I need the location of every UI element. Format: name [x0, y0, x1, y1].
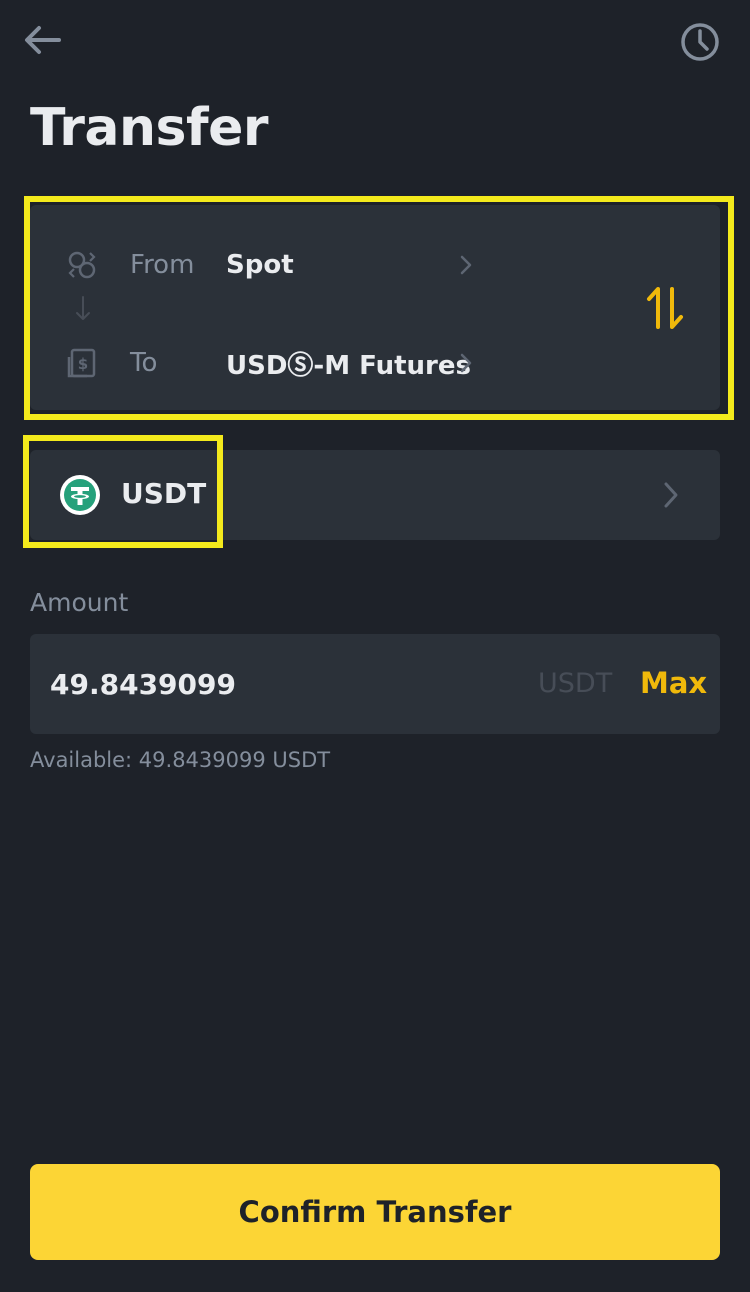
amount-label: Amount: [30, 588, 129, 617]
coin-symbol: USDT: [121, 477, 207, 510]
confirm-transfer-button[interactable]: Confirm Transfer: [30, 1164, 720, 1260]
svg-text:$: $: [78, 355, 88, 373]
history-button[interactable]: [678, 20, 722, 64]
swap-direction-button[interactable]: [640, 283, 690, 333]
amount-field-container: USDT Max: [30, 634, 720, 734]
from-value: Spot: [226, 250, 294, 280]
amount-input[interactable]: [50, 662, 510, 706]
to-label: To: [130, 348, 158, 378]
to-value: USDⓈ-M Futures: [226, 350, 471, 381]
page-title: Transfer: [30, 98, 269, 158]
top-bar: [0, 0, 750, 90]
clock-icon: [681, 23, 719, 61]
available-balance: Available: 49.8439099 USDT: [30, 748, 331, 772]
coin-selector[interactable]: USDT: [30, 450, 720, 540]
tether-logo-icon: [60, 475, 100, 515]
max-button[interactable]: Max: [640, 666, 707, 700]
to-wallet-selector[interactable]: $ To USDⓈ-M Futures: [30, 333, 510, 393]
transfer-direction-card: From Spot $ To USDⓈ-M Futures: [30, 205, 720, 410]
amount-unit: USDT: [538, 668, 613, 699]
chevron-right-icon: [460, 348, 476, 378]
wallet-exchange-icon: [66, 249, 98, 281]
arrow-down-icon: [76, 296, 90, 320]
back-button[interactable]: [20, 18, 64, 62]
from-label: From: [130, 250, 195, 280]
arrow-left-icon: [25, 26, 61, 54]
swap-vertical-icon: [647, 287, 683, 329]
from-wallet-selector[interactable]: From Spot: [30, 235, 510, 295]
chevron-right-icon: [664, 482, 678, 508]
futures-wallet-icon: $: [66, 347, 98, 379]
chevron-right-icon: [460, 250, 476, 280]
